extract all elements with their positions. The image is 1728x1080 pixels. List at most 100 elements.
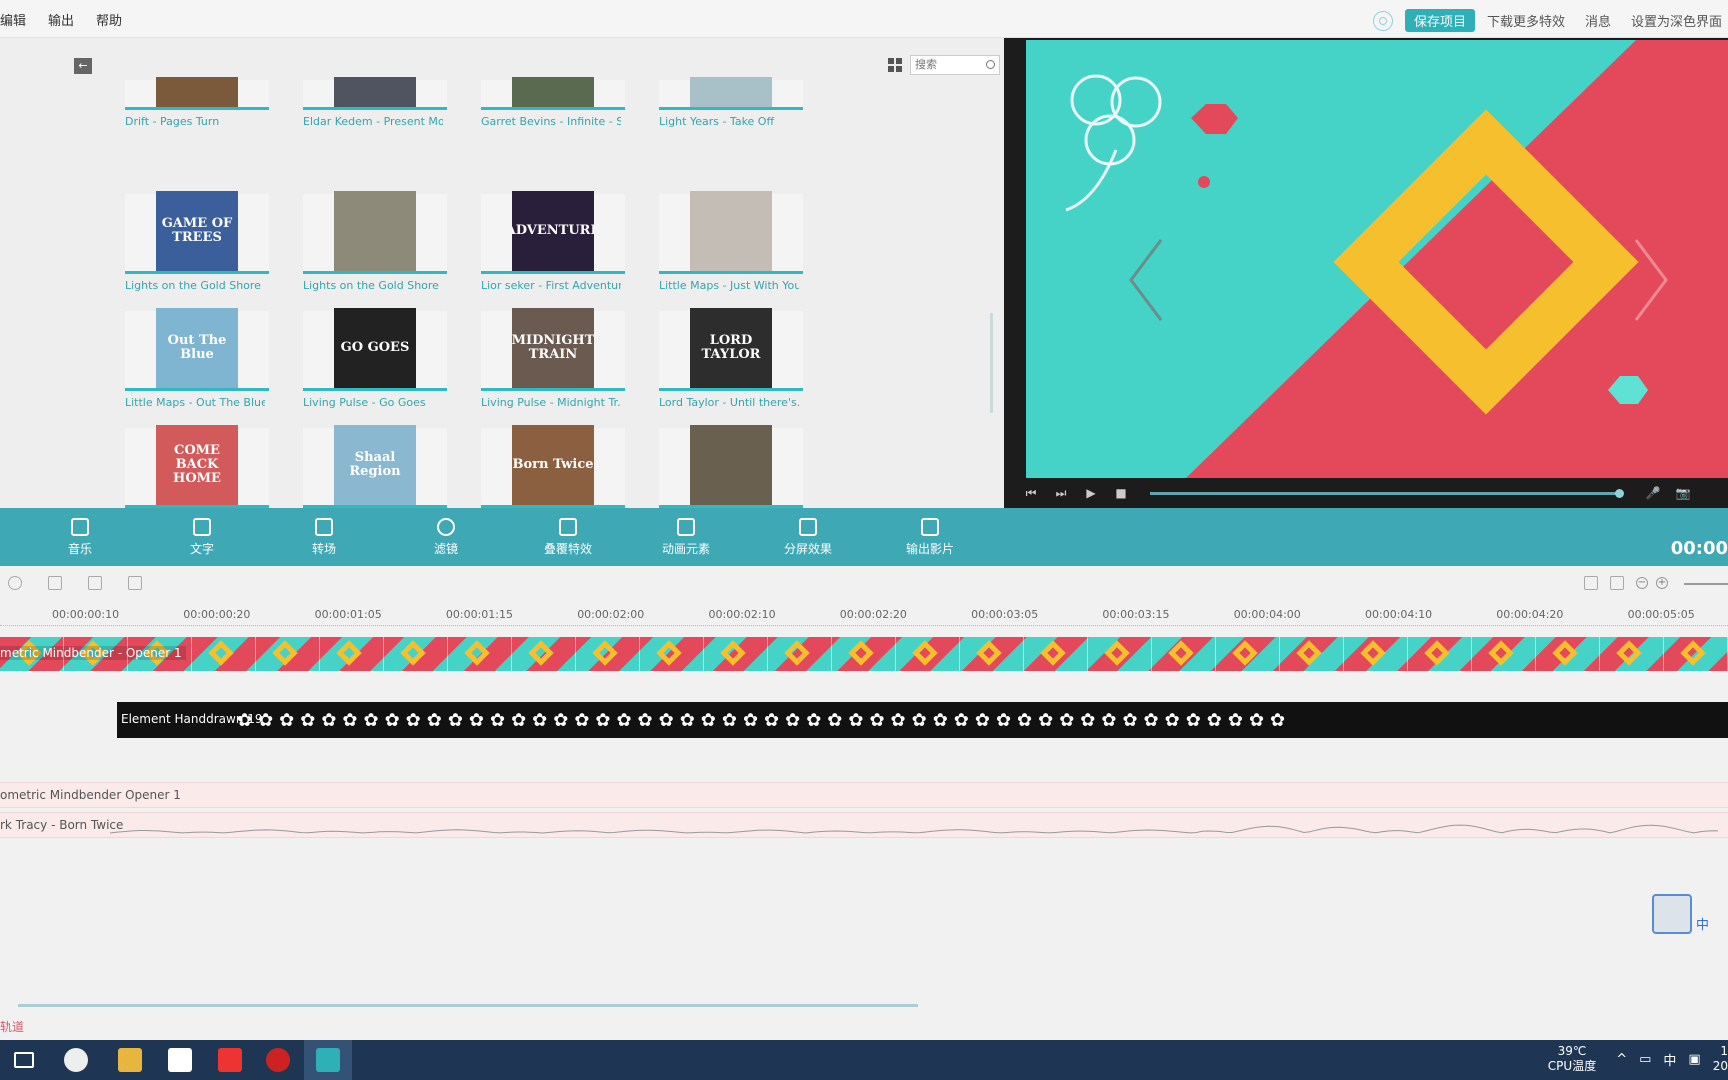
filmora-icon[interactable]	[316, 1048, 340, 1072]
album-thumbnail[interactable]	[303, 191, 447, 274]
album-thumbnail[interactable]	[303, 77, 447, 110]
menu-edit[interactable]: 编辑	[0, 10, 26, 29]
album-thumbnail[interactable]: GAME OF TREES	[125, 191, 269, 274]
cpu-temp[interactable]: 39℃ CPU温度	[1548, 1044, 1596, 1074]
zoom-out-icon[interactable]: −	[1636, 577, 1648, 589]
skip-back-icon[interactable]: ⏮	[1018, 480, 1044, 506]
album-art	[690, 77, 772, 107]
windows-taskbar: 39℃ CPU温度 ^ ▭ 中 ▣ 1 20	[0, 1040, 1728, 1080]
album-thumbnail[interactable]: LORD TAYLOR	[659, 308, 803, 391]
video-frame-thumb	[512, 637, 576, 671]
messages-link[interactable]: 消息	[1585, 11, 1611, 30]
stop-icon[interactable]: ■	[1108, 480, 1134, 506]
tool-elements[interactable]: 动画元素	[646, 518, 726, 557]
ime-language-indicator[interactable]: 中	[1696, 914, 1709, 933]
ime-avatar-icon[interactable]	[1652, 894, 1692, 934]
music-tile[interactable]: MIDNIGHT TRAIN Living Pulse - Midnight Tr…	[481, 308, 625, 409]
timeline-scrollbar[interactable]	[18, 1004, 918, 1007]
tool-export[interactable]: 输出影片	[890, 518, 970, 557]
netease-music-icon[interactable]	[218, 1048, 242, 1072]
app-360-icon[interactable]	[64, 1048, 88, 1072]
store-icon[interactable]	[168, 1048, 192, 1072]
music-tile[interactable]: Drift - Pages Turn	[125, 77, 269, 128]
cut-icon[interactable]	[88, 576, 102, 590]
album-thumbnail[interactable]: MIDNIGHT TRAIN	[481, 308, 625, 391]
delete-icon[interactable]	[128, 576, 142, 590]
album-thumbnail[interactable]: COME BACK HOME	[125, 425, 269, 508]
video-frame-thumb	[320, 637, 384, 671]
album-thumbnail[interactable]	[659, 77, 803, 110]
tool-transition[interactable]: 转场	[284, 518, 364, 557]
album-thumbnail[interactable]: Shaal Region	[303, 425, 447, 508]
video-track[interactable]: metric Mindbender - Opener 1	[0, 637, 1728, 671]
camera-icon[interactable]: 📷	[1670, 480, 1696, 506]
library-scrollbar[interactable]	[990, 313, 993, 413]
album-thumbnail[interactable]: Born Twice	[481, 425, 625, 508]
tool-text[interactable]: 文字	[162, 518, 242, 557]
video-frame-thumb	[640, 637, 704, 671]
tool-split-screen[interactable]: 分屏效果	[768, 518, 848, 557]
fit-timeline-icon[interactable]	[1610, 576, 1624, 590]
search-icon[interactable]	[986, 60, 995, 69]
video-frame-thumb	[896, 637, 960, 671]
zoom-slider[interactable]	[1684, 583, 1728, 585]
zoom-in-icon[interactable]: +	[1656, 577, 1668, 589]
track-hint[interactable]: 轨道	[0, 1018, 24, 1035]
download-effects-link[interactable]: 下载更多特效	[1487, 11, 1565, 30]
album-thumbnail[interactable]: ADVENTURE	[481, 191, 625, 274]
settings-icon[interactable]	[48, 576, 62, 590]
notification-icon[interactable]: ▣	[1688, 1052, 1700, 1067]
music-tile[interactable]: Light Years - Take Off	[659, 77, 803, 128]
audio-track-born-twice[interactable]: rk Tracy - Born Twice	[0, 812, 1728, 838]
menu-export[interactable]: 输出	[48, 10, 74, 29]
microphone-icon[interactable]: 🎤	[1640, 480, 1666, 506]
menu-help[interactable]: 帮助	[96, 10, 122, 29]
album-thumbnail[interactable]: GO GOES	[303, 308, 447, 391]
image-icon	[677, 518, 695, 536]
recorder-icon[interactable]	[266, 1048, 290, 1072]
chevron-up-icon[interactable]: ^	[1616, 1052, 1627, 1067]
play-icon[interactable]: ▶	[1078, 480, 1104, 506]
element-track[interactable]: Element Handdrawn 19 ✿✿✿✿✿✿✿✿✿✿✿✿✿✿✿✿✿✿✿…	[117, 702, 1728, 738]
music-tile[interactable]: Lights on the Gold Shore -...	[303, 191, 447, 292]
back-arrow-icon[interactable]: ←	[74, 58, 92, 74]
album-thumbnail[interactable]	[659, 425, 803, 508]
music-tile[interactable]: Garret Bevins - Infinite - S...	[481, 77, 625, 128]
audio-mixer-icon[interactable]	[1584, 576, 1598, 590]
album-thumbnail[interactable]	[481, 77, 625, 110]
grid-view-icon[interactable]	[888, 58, 902, 72]
music-tile[interactable]: GAME OF TREES Lights on the Gold Shore -	[125, 191, 269, 292]
progress-knob[interactable]	[1615, 488, 1624, 498]
music-tile[interactable]: LORD TAYLOR Lord Taylor - Until there's..…	[659, 308, 803, 409]
tool-overlay[interactable]: 叠覆特效	[528, 518, 608, 557]
system-tray: 39℃ CPU温度 ^ ▭ 中 ▣ 1 20	[1548, 1044, 1728, 1074]
music-tile[interactable]: GO GOES Living Pulse - Go Goes	[303, 308, 447, 409]
search-input[interactable]	[915, 58, 981, 71]
music-tile[interactable]: ADVENTURE Lior seker - First Adventur...	[481, 191, 625, 292]
playback-progress[interactable]	[1150, 488, 1624, 498]
search-box	[910, 55, 1000, 75]
video-frame-thumb	[832, 637, 896, 671]
tool-music[interactable]: 音乐	[40, 518, 120, 557]
network-icon[interactable]: ▭	[1639, 1052, 1651, 1067]
clock[interactable]: 1 20	[1713, 1044, 1728, 1074]
ruler-tick-label: 00:00:04:20	[1496, 608, 1564, 621]
file-explorer-icon[interactable]	[118, 1048, 142, 1072]
album-art: GAME OF TREES	[156, 191, 238, 271]
album-thumbnail[interactable]: Out The Blue	[125, 308, 269, 391]
account-icon[interactable]	[1372, 10, 1393, 31]
music-tile[interactable]: Out The Blue Little Maps - Out The Blue	[125, 308, 269, 409]
album-thumbnail[interactable]	[659, 191, 803, 274]
audio-track-opener[interactable]: ometric Mindbender Opener 1	[0, 782, 1728, 808]
time-ruler[interactable]: 00:00:00:10 00:00:00:20 00:00:01:05 00:00:0…	[0, 608, 1728, 626]
dark-mode-link[interactable]: 设置为深色界面	[1631, 11, 1722, 30]
album-thumbnail[interactable]	[125, 77, 269, 110]
music-tile[interactable]: Little Maps - Just With You	[659, 191, 803, 292]
tool-filter[interactable]: 滤镜	[406, 518, 486, 557]
undo-icon[interactable]	[8, 576, 22, 590]
input-language[interactable]: 中	[1663, 1050, 1676, 1069]
save-project-button[interactable]: 保存项目	[1404, 9, 1475, 32]
task-view-icon[interactable]	[14, 1052, 34, 1068]
music-tile[interactable]: Eldar Kedem - Present Mo...	[303, 77, 447, 128]
step-icon[interactable]: ⏭	[1048, 480, 1074, 506]
